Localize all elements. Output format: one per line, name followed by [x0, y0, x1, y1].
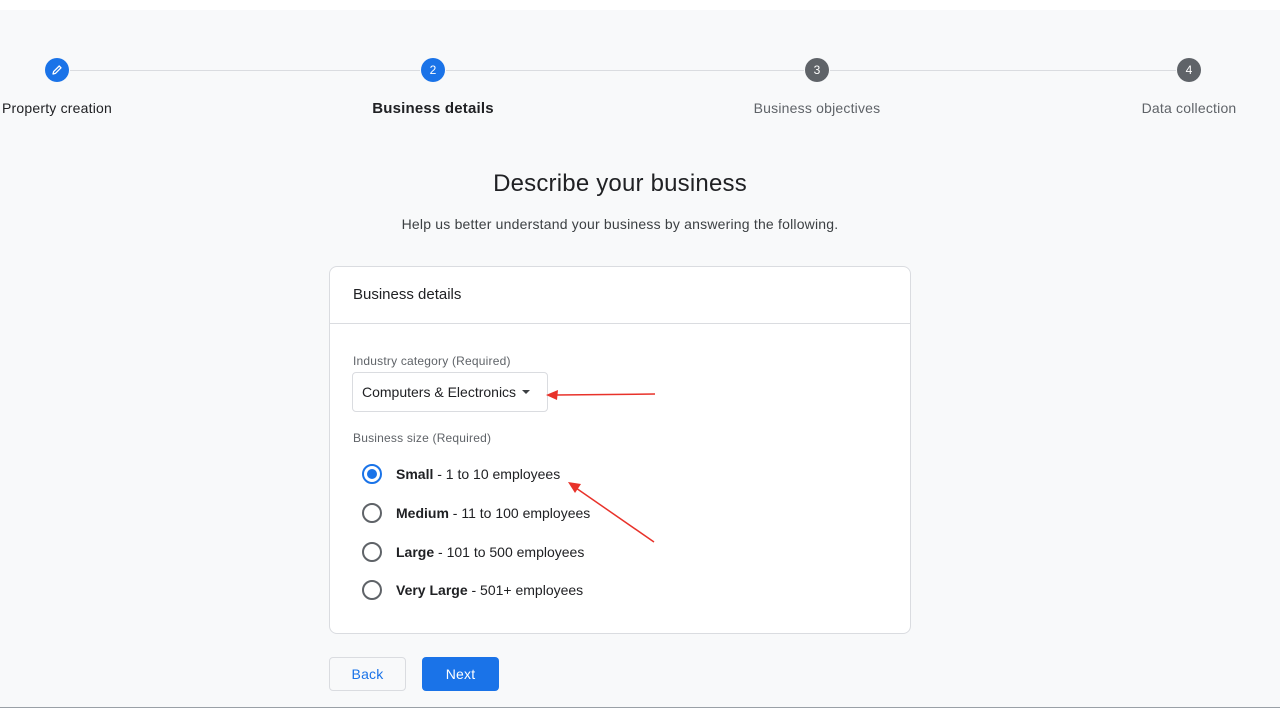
- radio-button[interactable]: [362, 542, 382, 562]
- back-button[interactable]: Back: [329, 657, 406, 691]
- radio-button[interactable]: [362, 503, 382, 523]
- industry-category-label: Industry category (Required): [353, 354, 511, 368]
- size-option-large[interactable]: Large - 101 to 500 employees: [362, 542, 584, 562]
- step-2-label: Business details: [372, 100, 494, 117]
- size-option-label: Very Large - 501+ employees: [396, 582, 584, 598]
- step-3-label: Business objectives: [753, 100, 881, 116]
- page-background: Property creation 2 Business details 3 B…: [0, 10, 1280, 708]
- size-option-label: Small - 1 to 10 employees: [396, 466, 561, 482]
- industry-category-dropdown[interactable]: Computers & Electronics: [352, 372, 548, 412]
- pencil-icon: [52, 65, 62, 75]
- business-details-card: Business details Industry category (Requ…: [329, 266, 911, 634]
- page-subtitle: Help us better understand your business …: [401, 216, 839, 232]
- page-title: Describe your business: [493, 170, 747, 197]
- radio-button-checked[interactable]: [362, 464, 382, 484]
- size-option-label: Medium - 11 to 100 employees: [396, 505, 591, 521]
- stepper: Property creation 2 Business details 3 B…: [0, 10, 1280, 130]
- step-3-circle: 3: [805, 58, 829, 82]
- stepper-connector: [70, 70, 420, 71]
- size-option-label: Large - 101 to 500 employees: [396, 544, 585, 560]
- radio-button[interactable]: [362, 580, 382, 600]
- industry-category-value: Computers & Electronics: [362, 384, 517, 400]
- size-option-small[interactable]: Small - 1 to 10 employees: [362, 464, 560, 484]
- business-size-label: Business size (Required): [353, 431, 492, 445]
- step-4-circle: 4: [1177, 58, 1201, 82]
- card-header: Business details: [330, 267, 910, 324]
- step-2-circle: 2: [421, 58, 445, 82]
- step-1-circle[interactable]: [45, 58, 69, 82]
- stepper-connector: [830, 70, 1176, 71]
- stepper-connector: [446, 70, 804, 71]
- caret-down-icon: [522, 390, 531, 394]
- step-4-label: Data collection: [1141, 100, 1237, 116]
- size-option-very-large[interactable]: Very Large - 501+ employees: [362, 580, 583, 600]
- next-button[interactable]: Next: [422, 657, 499, 691]
- step-1-label: Property creation: [1, 100, 113, 116]
- size-option-medium[interactable]: Medium - 11 to 100 employees: [362, 503, 590, 523]
